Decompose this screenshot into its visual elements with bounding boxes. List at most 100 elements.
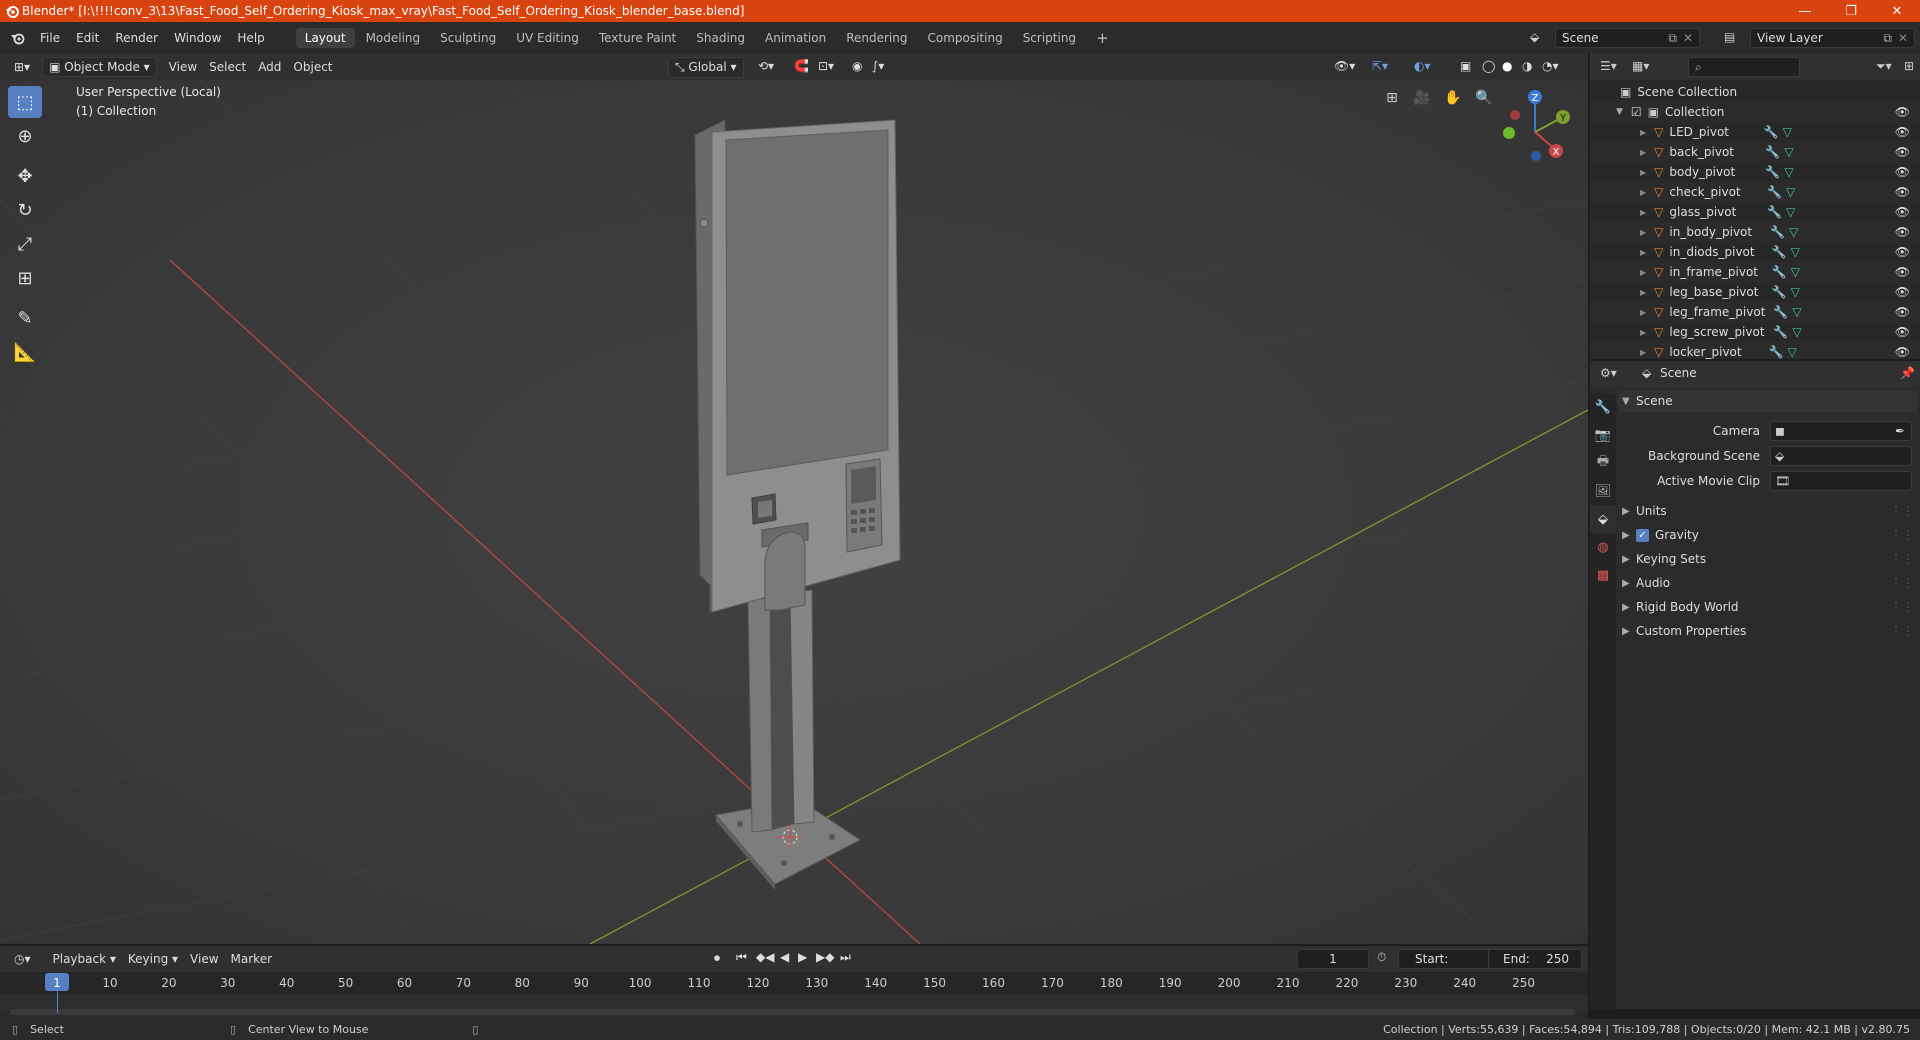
tab-rendering[interactable]: Rendering xyxy=(837,28,916,48)
chevron-down-icon[interactable]: ▼ xyxy=(1616,107,1623,117)
mode-selector[interactable]: ▣ Object Mode ▾ xyxy=(42,57,157,77)
current-frame-field[interactable]: 1 xyxy=(1297,949,1369,969)
outliner-item[interactable]: ▶ ▽ leg_frame_pivot 🔧 ▽ 👁 xyxy=(1590,302,1920,322)
mesh-data-icon[interactable]: ▽ xyxy=(1784,165,1793,179)
gizmo-neg-x-icon[interactable] xyxy=(1510,110,1520,120)
active-movie-clip-field[interactable]: 🎞 xyxy=(1770,471,1912,491)
outliner-item[interactable]: ▶ ▽ glass_pivot 🔧 ▽ 👁 xyxy=(1590,202,1920,222)
editor-type-icon[interactable]: ☰▾ xyxy=(1600,59,1617,73)
mesh-data-icon[interactable]: ▽ xyxy=(1792,305,1801,319)
outliner-item[interactable]: ▶ ▽ locker_pivot 🔧 ▽ 👁 xyxy=(1590,342,1920,359)
chevron-right-icon[interactable]: ▶ xyxy=(1640,188,1646,197)
chevron-right-icon[interactable]: ▶ xyxy=(1640,348,1646,357)
drag-handle-icon[interactable]: ⋮⋮ xyxy=(1890,624,1914,638)
tab-uv-editing[interactable]: UV Editing xyxy=(507,28,588,48)
modifier-wrench-icon[interactable]: 🔧 xyxy=(1765,145,1780,159)
tool-tab-icon[interactable]: 🔧 xyxy=(1590,393,1616,421)
background-scene-field[interactable]: ⬙ xyxy=(1770,446,1912,466)
prev-keyframe-icon[interactable]: ◆◀ xyxy=(756,950,774,964)
blender-menu-icon[interactable] xyxy=(10,31,26,45)
editor-type-icon[interactable]: ◷▾ xyxy=(8,950,37,968)
scale-tool-icon[interactable]: ⤢ xyxy=(8,228,42,260)
menu-help[interactable]: Help xyxy=(229,31,272,45)
stopwatch-icon[interactable]: ⏱ xyxy=(1377,950,1386,965)
chevron-right-icon[interactable]: ▶ xyxy=(1640,208,1646,217)
3d-viewport[interactable]: Z Y X User Perspective (Local) (1) Colle… xyxy=(0,80,1588,944)
menu-select[interactable]: Select xyxy=(203,58,252,76)
scene-selector[interactable]: Scene ⧉ ✕ xyxy=(1555,28,1700,48)
eye-icon[interactable]: 👁 xyxy=(1895,205,1910,219)
falloff-icon[interactable]: ∫▾ xyxy=(866,57,890,75)
modifier-wrench-icon[interactable]: 🔧 xyxy=(1773,305,1788,319)
eye-icon[interactable]: 👁 xyxy=(1895,145,1910,159)
mesh-data-icon[interactable]: ▽ xyxy=(1791,285,1800,299)
pivot-point-icon[interactable]: ⟲▾ xyxy=(752,57,780,75)
mesh-data-icon[interactable]: ▽ xyxy=(1789,225,1798,239)
chevron-right-icon[interactable]: ▶ xyxy=(1640,328,1646,337)
outliner-item[interactable]: ▶ ▽ LED_pivot 🔧 ▽ 👁 xyxy=(1590,122,1920,142)
subpanel-audio[interactable]: ▶ Audio ⋮⋮ xyxy=(1618,572,1918,594)
menu-file[interactable]: File xyxy=(32,31,68,45)
transform-orientation-selector[interactable]: ⤡ Global ▾ xyxy=(668,57,744,78)
menu-render[interactable]: Render xyxy=(107,31,166,45)
annotate-tool-icon[interactable]: ✎ xyxy=(8,302,42,334)
eye-icon[interactable]: 👁 xyxy=(1895,105,1910,119)
camera-field[interactable]: ◼ ✒ xyxy=(1770,421,1912,441)
visibility-icon[interactable]: 👁▾ xyxy=(1328,57,1361,75)
overlay-icon[interactable]: ◐▾ xyxy=(1408,57,1437,75)
outliner-item[interactable]: ▶ ▽ back_pivot 🔧 ▽ 👁 xyxy=(1590,142,1920,162)
camera-view-icon[interactable]: 🎥 xyxy=(1411,90,1433,112)
play-reverse-icon[interactable]: ◀ xyxy=(780,950,789,964)
grid-view-icon[interactable]: ⊞ xyxy=(1381,90,1403,112)
menu-view[interactable]: View xyxy=(184,950,224,968)
modifier-wrench-icon[interactable]: 🔧 xyxy=(1773,325,1788,339)
menu-edit[interactable]: Edit xyxy=(68,31,107,45)
add-workspace-button[interactable]: + xyxy=(1087,26,1118,50)
eye-icon[interactable]: 👁 xyxy=(1895,125,1910,139)
mesh-data-icon[interactable]: ▽ xyxy=(1783,125,1792,139)
modifier-wrench-icon[interactable]: 🔧 xyxy=(1764,125,1779,139)
navigation-gizmo[interactable]: Z Y X xyxy=(1503,90,1570,161)
chevron-right-icon[interactable]: ▶ xyxy=(1640,168,1646,177)
drag-handle-icon[interactable]: ⋮⋮ xyxy=(1890,552,1914,566)
chevron-right-icon[interactable]: ▶ xyxy=(1640,288,1646,297)
eye-icon[interactable]: 👁 xyxy=(1895,245,1910,259)
measure-tool-icon[interactable]: 📐 xyxy=(8,336,42,368)
zoom-icon[interactable]: 🔍 xyxy=(1473,90,1495,112)
tab-scripting[interactable]: Scripting xyxy=(1014,28,1085,48)
tab-modeling[interactable]: Modeling xyxy=(357,28,430,48)
record-icon[interactable]: ⏺ xyxy=(714,951,720,966)
scene-panel-header[interactable]: ▼ Scene xyxy=(1618,390,1918,412)
menu-marker[interactable]: Marker xyxy=(225,950,278,968)
menu-playback[interactable]: Playback ▾ xyxy=(47,950,122,968)
end-frame-field[interactable]: End: 250 xyxy=(1488,949,1582,969)
mesh-data-icon[interactable]: ▽ xyxy=(1791,265,1800,279)
eye-icon[interactable]: 👁 xyxy=(1895,185,1910,199)
pan-hand-icon[interactable]: ✋ xyxy=(1442,90,1464,112)
outliner-item[interactable]: ▶ ▽ body_pivot 🔧 ▽ 👁 xyxy=(1590,162,1920,182)
menu-window[interactable]: Window xyxy=(166,31,229,45)
pin-icon[interactable]: 📌 xyxy=(1900,366,1915,380)
eye-icon[interactable]: 👁 xyxy=(1895,325,1910,339)
subpanel-units[interactable]: ▶ Units ⋮⋮ xyxy=(1618,500,1918,522)
tab-compositing[interactable]: Compositing xyxy=(918,28,1011,48)
xray-icon[interactable]: ▣ xyxy=(1454,57,1477,75)
drag-handle-icon[interactable]: ⋮⋮ xyxy=(1890,600,1914,614)
outliner-scene-collection[interactable]: ▣ Scene Collection xyxy=(1590,82,1920,102)
chevron-right-icon[interactable]: ▶ xyxy=(1640,308,1646,317)
modifier-wrench-icon[interactable]: 🔧 xyxy=(1772,265,1787,279)
chevron-right-icon[interactable]: ▶ xyxy=(1640,248,1646,257)
eye-icon[interactable]: 👁 xyxy=(1895,305,1910,319)
play-icon[interactable]: ▶ xyxy=(798,950,807,964)
outliner-item[interactable]: ▶ ▽ in_diods_pivot 🔧 ▽ 👁 xyxy=(1590,242,1920,262)
eye-icon[interactable]: 👁 xyxy=(1895,285,1910,299)
modifier-wrench-icon[interactable]: 🔧 xyxy=(1767,185,1782,199)
chevron-right-icon[interactable]: ▶ xyxy=(1640,228,1646,237)
subpanel-custom-properties[interactable]: ▶ Custom Properties ⋮⋮ xyxy=(1618,620,1918,642)
move-tool-icon[interactable]: ✥ xyxy=(8,160,42,192)
modifier-wrench-icon[interactable]: 🔧 xyxy=(1772,285,1787,299)
tab-sculpting[interactable]: Sculpting xyxy=(431,28,505,48)
tab-texture-paint[interactable]: Texture Paint xyxy=(590,28,685,48)
outliner-search-input[interactable]: ⌕ xyxy=(1688,57,1800,77)
chevron-right-icon[interactable]: ▶ xyxy=(1640,128,1646,137)
